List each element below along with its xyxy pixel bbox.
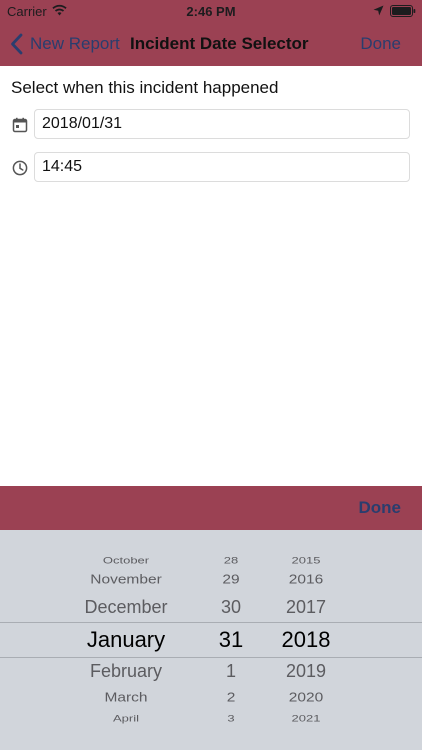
year-option[interactable]: 2016	[266, 572, 346, 587]
form-content: Select when this incident happened	[0, 66, 422, 486]
battery-icon	[390, 5, 416, 17]
picker-done-button[interactable]: Done	[359, 486, 402, 530]
day-option[interactable]: 28	[200, 555, 262, 566]
date-row	[0, 109, 422, 141]
month-option[interactable]: March	[40, 690, 212, 705]
date-field[interactable]	[34, 109, 410, 139]
status-time: 2:46 PM	[186, 4, 236, 19]
month-option[interactable]: February	[40, 661, 212, 682]
year-option[interactable]: 2019	[266, 661, 346, 682]
clock-icon	[12, 160, 28, 176]
navigation-bar: New Report Incident Date Selector Done	[0, 22, 422, 66]
month-option-selected[interactable]: January	[40, 627, 212, 653]
location-arrow-icon	[373, 5, 384, 16]
year-option[interactable]: 2017	[266, 597, 346, 618]
year-option[interactable]: 2021	[266, 713, 346, 724]
nav-done-button[interactable]: Done	[360, 22, 401, 66]
day-option[interactable]: 29	[200, 572, 262, 587]
page-title: Incident Date Selector	[130, 34, 309, 53]
day-option[interactable]: 1	[200, 661, 262, 682]
year-option[interactable]: 2015	[266, 555, 346, 566]
month-option[interactable]: December	[40, 597, 212, 618]
day-option[interactable]: 30	[200, 597, 262, 618]
year-option-selected[interactable]: 2018	[266, 627, 346, 653]
day-wheel[interactable]: 28 29 30 31 1 2 3	[200, 530, 262, 750]
picker-toolbar: Done	[0, 486, 422, 530]
status-bar: Carrier 2:46 PM	[0, 0, 422, 22]
year-wheel[interactable]: 2015 2016 2017 2018 2019 2020 2021	[266, 530, 346, 750]
month-option[interactable]: November	[40, 572, 212, 587]
calendar-icon	[12, 117, 28, 133]
time-row	[0, 152, 422, 184]
day-option[interactable]: 2	[200, 690, 262, 705]
date-picker[interactable]: October November December January Februa…	[0, 530, 422, 750]
prompt-label: Select when this incident happened	[11, 78, 279, 97]
day-option[interactable]: 3	[200, 713, 262, 724]
month-option[interactable]: October	[40, 555, 212, 566]
year-option[interactable]: 2020	[266, 690, 346, 705]
back-button[interactable]: New Report	[10, 22, 120, 66]
time-field[interactable]	[34, 152, 410, 182]
month-wheel[interactable]: October November December January Februa…	[40, 530, 212, 750]
month-option[interactable]: April	[40, 713, 212, 724]
day-option-selected[interactable]: 31	[200, 627, 262, 653]
back-button-label: New Report	[30, 34, 120, 53]
chevron-left-icon	[11, 33, 23, 55]
